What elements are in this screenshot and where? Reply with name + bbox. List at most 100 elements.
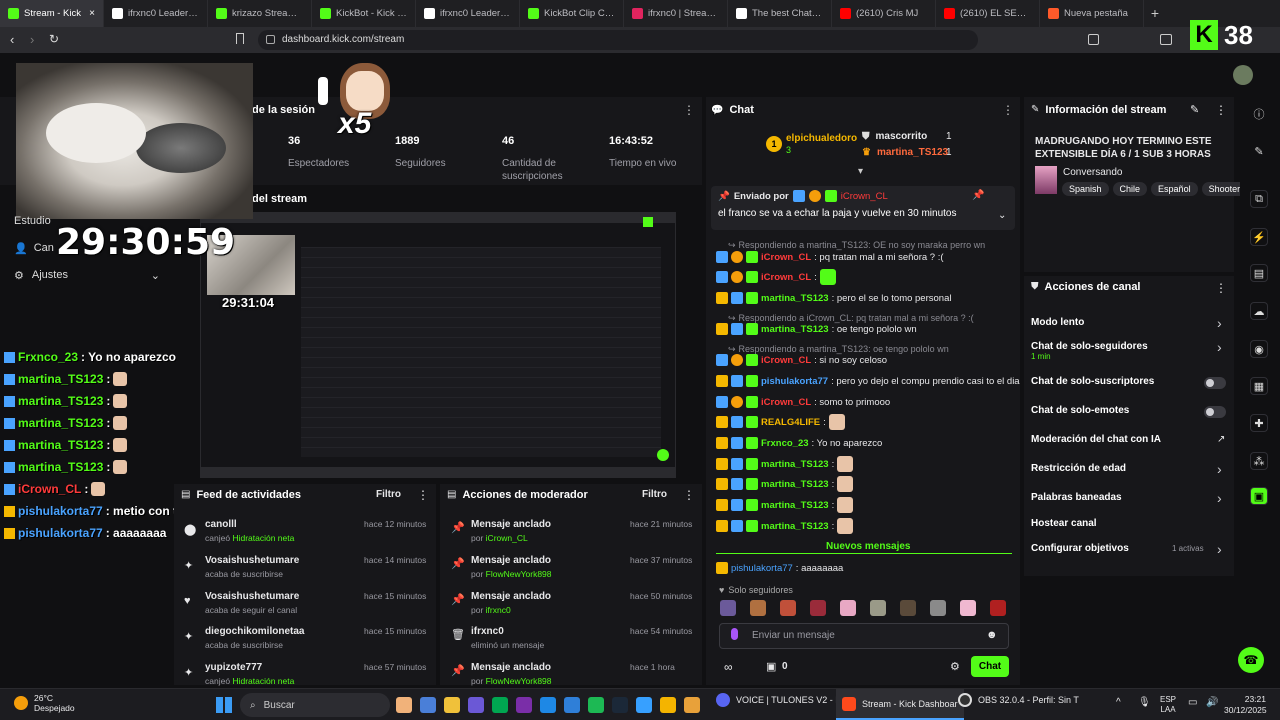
chat-username[interactable]: iCrown_CL — [761, 355, 811, 366]
extensions-icon[interactable] — [1088, 34, 1099, 45]
emote-icon[interactable] — [870, 600, 886, 616]
sidebar-item-can[interactable]: 👤 Can — [14, 242, 54, 255]
toggle-switch[interactable] — [1204, 377, 1226, 389]
user-avatar[interactable] — [1233, 65, 1253, 85]
chat-settings-icon[interactable]: ⚙ — [950, 660, 960, 673]
toggle-switch[interactable] — [1204, 406, 1226, 418]
taskbar-app-icon[interactable] — [492, 697, 508, 713]
activity-user[interactable]: canolll — [205, 519, 237, 530]
taskbar-app-icon[interactable] — [444, 697, 460, 713]
taskbar-app-browser[interactable]: Stream - Kick Dashboar — [836, 689, 964, 720]
browser-tab[interactable]: Nueva pestaña — [1040, 0, 1144, 27]
taskbar-app-icon[interactable] — [660, 697, 676, 713]
sidebar-item-ajustes[interactable]: ⚙ Ajustes ⌄ — [14, 269, 160, 282]
site-info-icon[interactable] — [266, 35, 275, 44]
taskbar-app-icon[interactable] — [420, 697, 436, 713]
browser-tab[interactable]: Stream - Kick × — [0, 0, 104, 27]
taskbar-app-voice[interactable]: VOICE | TULONES V2 - D — [716, 693, 842, 707]
emote-icon[interactable] — [840, 600, 856, 616]
browser-tab[interactable]: ifrxnc0 LeaderBoard — [104, 0, 208, 27]
network-icon[interactable]: ▭ — [1188, 697, 1197, 708]
emote-icon[interactable] — [900, 600, 916, 616]
stream-info-more-icon[interactable]: ⋮ — [1215, 103, 1227, 117]
mod-user[interactable]: FlowNewYork898 — [486, 676, 552, 686]
language-indicator[interactable]: ESP LAA — [1160, 695, 1176, 715]
browser-tab[interactable]: The best ChatBot ar — [728, 0, 832, 27]
channel-action-item[interactable]: Chat de solo-seguidores — [1031, 341, 1148, 352]
mod-user[interactable]: iCrown_CL — [486, 533, 528, 543]
emote-icon[interactable] — [780, 600, 796, 616]
chat-username[interactable]: iCrown_CL — [761, 397, 811, 408]
more-options-icon[interactable]: ⋮ — [683, 103, 695, 117]
help-button[interactable]: ☎ — [1238, 647, 1264, 673]
browser-tab[interactable]: krizazo Stream - W — [208, 0, 312, 27]
broadcast-icon[interactable]: ◉ — [1250, 340, 1268, 358]
clock[interactable]: 23:21 30/12/2025 — [1224, 694, 1267, 716]
taskbar-app-icon[interactable] — [516, 697, 532, 713]
taskbar-app-obs[interactable]: OBS 32.0.4 - Perfil: Sin T — [958, 693, 1079, 707]
layout-icon[interactable]: ▦ — [1250, 377, 1268, 395]
url-field[interactable]: dashboard.kick.com/stream — [258, 30, 978, 50]
taskbar-app-icon[interactable] — [588, 697, 604, 713]
chat-username[interactable]: martina_TS123 — [761, 459, 829, 470]
chevron-right-icon[interactable]: › — [1217, 339, 1222, 355]
channel-action-item[interactable]: Configurar objetivos — [1031, 543, 1129, 554]
volume-icon[interactable]: 🔊 — [1206, 697, 1218, 708]
tag-chip[interactable]: Spanish — [1062, 182, 1109, 196]
channel-action-item[interactable]: Moderación del chat con IA — [1031, 434, 1161, 445]
mod-user[interactable]: FlowNewYork898 — [486, 569, 552, 579]
chat-username[interactable]: REALG4LIFE — [761, 417, 820, 428]
channel-actions-more-icon[interactable]: ⋮ — [1215, 281, 1227, 295]
kick-app-icon[interactable]: ▣ — [1250, 487, 1268, 505]
activity-filter-button[interactable]: Filtro — [376, 489, 401, 500]
emote-icon[interactable] — [990, 600, 1006, 616]
chevron-right-icon[interactable]: › — [1217, 490, 1222, 506]
windows-start-icon[interactable] — [216, 697, 232, 713]
users-icon[interactable]: ⁂ — [1250, 452, 1268, 470]
emote-icon[interactable] — [720, 600, 736, 616]
infinity-icon[interactable]: ∞ — [724, 660, 733, 674]
channel-action-item[interactable]: Restricción de edad — [1031, 463, 1126, 474]
taskbar-search[interactable]: ⌕ Buscar — [240, 693, 390, 717]
pinned-expand-icon[interactable]: ⌄ — [998, 210, 1006, 221]
emoji-icon[interactable]: ☻ — [986, 629, 998, 641]
chat-username[interactable]: iCrown_CL — [761, 252, 811, 263]
chat-username[interactable]: martina_TS123 — [761, 500, 829, 511]
channel-action-item[interactable]: Hostear canal — [1031, 518, 1097, 529]
chat-icon[interactable]: ☁ — [1250, 302, 1268, 320]
info-icon[interactable]: ⓘ — [1250, 105, 1268, 123]
chevron-right-icon[interactable]: › — [1217, 541, 1222, 557]
bolt-icon[interactable]: ⚡ — [1250, 228, 1268, 246]
tray-chevron-icon[interactable]: ^ — [1116, 697, 1121, 708]
mod-user[interactable]: ifrxnc0 — [486, 605, 511, 615]
unpin-icon[interactable]: 📌 — [972, 190, 984, 201]
chat-username[interactable]: martina_TS123 — [761, 521, 829, 532]
browser-tab[interactable]: (2610) Cris MJ — [832, 0, 936, 27]
pencil-icon[interactable]: ✎ — [1250, 142, 1268, 160]
expand-leaderboard-icon[interactable]: ▾ — [858, 166, 863, 177]
edit-icon[interactable]: ✎ — [1190, 103, 1199, 116]
chevron-right-icon[interactable]: › — [1217, 461, 1222, 477]
tag-chip[interactable]: Chile — [1112, 182, 1148, 196]
reload-icon[interactable]: ↻ — [49, 32, 59, 46]
taskbar-app-icon[interactable] — [564, 697, 580, 713]
sidebar-item-estudio[interactable]: Estudio — [14, 215, 51, 227]
chat-username[interactable]: iCrown_CL — [761, 272, 811, 283]
browser-tab[interactable]: ifrxnc0 LeaderBoard — [416, 0, 520, 27]
activity-user[interactable]: yupizote777 — [205, 662, 262, 673]
forward-icon[interactable]: › — [30, 32, 34, 47]
mod-more-icon[interactable]: ⋮ — [683, 488, 695, 502]
taskbar-app-icon[interactable] — [612, 697, 628, 713]
emote-icon[interactable] — [960, 600, 976, 616]
store-icon[interactable]: ▣ — [766, 660, 776, 673]
weather-widget[interactable]: 26°C Despejado — [14, 693, 75, 713]
close-tab-icon[interactable]: × — [89, 8, 95, 19]
channel-action-item[interactable]: Modo lento — [1031, 317, 1084, 328]
chevron-right-icon[interactable]: › — [1217, 315, 1222, 331]
preview-play-icon[interactable] — [657, 449, 669, 461]
taskbar-app-icon[interactable] — [684, 697, 700, 713]
browser-tab[interactable]: KickBot Clip Comm — [520, 0, 624, 27]
chat-username[interactable]: pishulakorta77 — [761, 376, 828, 387]
camera-icon[interactable]: ⧉ — [1250, 190, 1268, 208]
browser-tab[interactable]: KickBot - Kick Chat — [312, 0, 416, 27]
